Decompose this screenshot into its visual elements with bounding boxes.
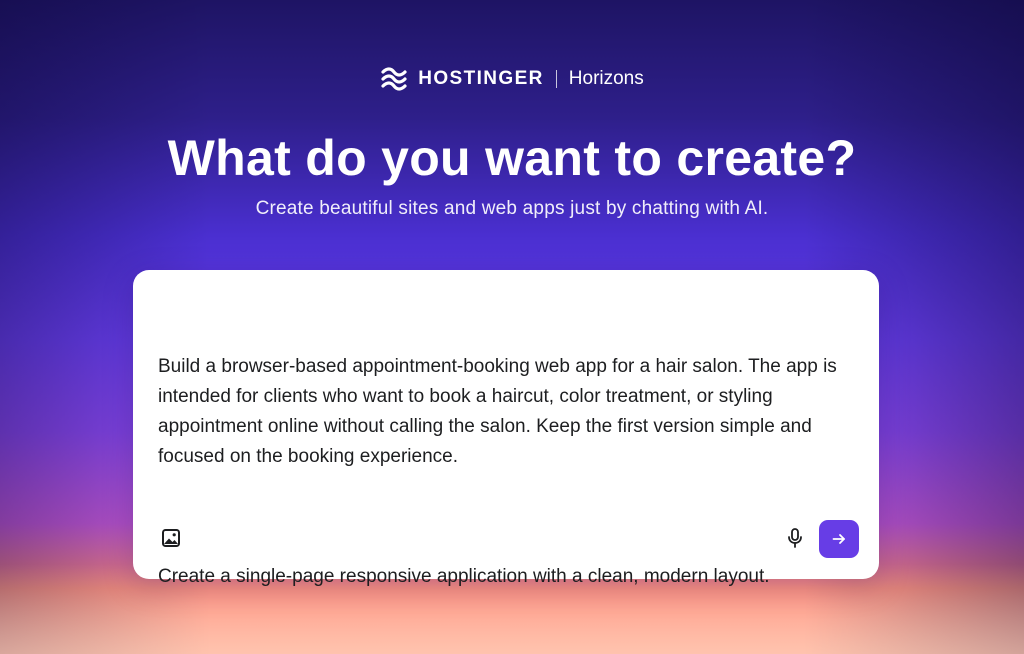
brand-logo: HOSTINGER Horizons [0, 66, 1024, 92]
hostinger-waves-icon [381, 67, 407, 91]
brand-name: HOSTINGER [418, 68, 544, 89]
microphone-icon [788, 528, 802, 548]
prompt-paragraph: Create a single-page responsive applicat… [158, 566, 770, 587]
prompt-card: Build a browser-based appointment-bookin… [133, 270, 879, 587]
brand-divider [555, 70, 557, 88]
prompt-input[interactable]: Build a browser-based appointment-bookin… [158, 292, 858, 587]
arrow-right-icon [832, 534, 845, 544]
voice-input-button[interactable] [783, 526, 807, 550]
page-title: What do you want to create? [167, 130, 857, 186]
prompt-paragraph: Build a browser-based appointment-bookin… [158, 356, 843, 467]
page-subtitle: Create beautiful sites and web apps just… [255, 198, 769, 219]
send-button[interactable] [819, 520, 859, 558]
product-name: Horizons [568, 68, 644, 89]
attach-image-button[interactable] [159, 526, 183, 550]
image-icon [162, 529, 180, 547]
